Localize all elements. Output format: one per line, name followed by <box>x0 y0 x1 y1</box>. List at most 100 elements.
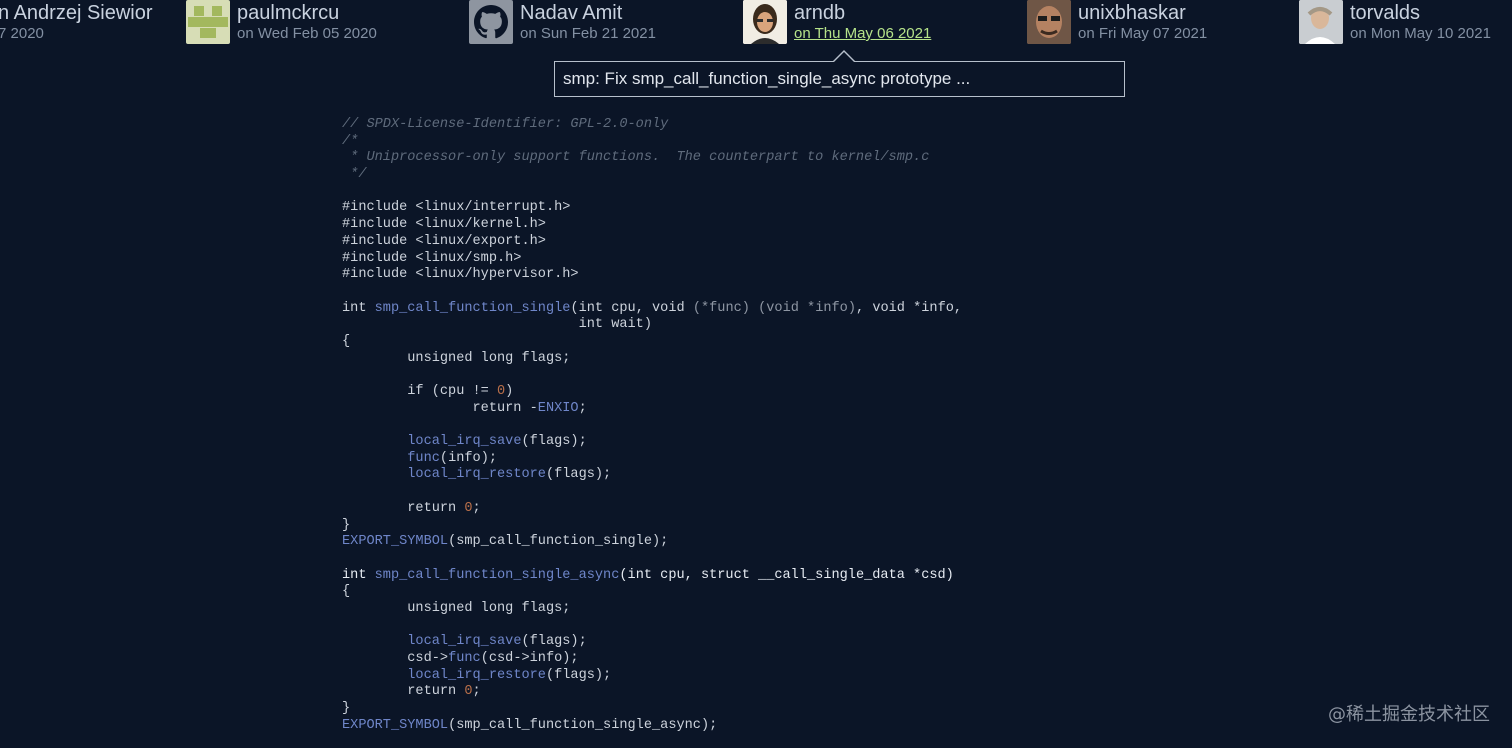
commit-date: on Wed Feb 05 2020 <box>237 25 377 42</box>
commit-date-link[interactable]: on Thu May 06 2021 <box>794 26 931 42</box>
commit-date: on Mon May 10 2021 <box>1350 25 1491 42</box>
author-entry-paulmckrcu[interactable]: paulmckrcu on Wed Feb 05 2020 <box>186 0 377 46</box>
code-line: } <box>342 518 962 535</box>
code-line: local_irq_restore(flags); <box>342 668 962 685</box>
code-token: csd-> <box>342 651 449 666</box>
author-name: Nadav Amit <box>520 2 623 24</box>
code-line: return 0; <box>342 684 962 701</box>
author-entry-andrzej[interactable]: n Andrzej Siewior 7 2020 <box>0 0 153 46</box>
code-token: int <box>342 300 375 316</box>
code-token: (smp_call_function_single_async); <box>448 717 718 733</box>
avatar <box>1299 0 1343 44</box>
code-line: EXPORT_SYMBOL(smp_call_function_single); <box>342 534 962 551</box>
code-line: if (cpu != 0) <box>342 384 962 401</box>
code-token: #include <linux/kernel.h> <box>342 217 546 233</box>
code-token: (flags); <box>545 667 612 683</box>
code-token: return <box>342 684 465 700</box>
code-token: unsigned long flags; <box>342 600 571 616</box>
code-token: EXPORT_SYMBOL <box>342 534 449 550</box>
code-token: ; <box>578 400 587 416</box>
github-icon <box>469 0 513 44</box>
commit-date: 7 2020 <box>0 25 44 42</box>
code-line: local_irq_save(flags); <box>342 634 962 651</box>
code-token: } <box>342 517 351 533</box>
code-line: EXPORT_SYMBOL(smp_call_function_single_a… <box>342 718 962 735</box>
code-token: int <box>342 567 375 583</box>
code-token: ) <box>505 384 514 399</box>
author-entry-unixbhaskar[interactable]: unixbhaskar on Fri May 07 2021 <box>1027 0 1207 46</box>
code-line: int smp_call_function_single(int cpu, vo… <box>342 301 962 318</box>
code-token: * Uniprocessor-only support functions. T… <box>342 150 930 166</box>
code-line: unsigned long flags; <box>342 351 962 368</box>
code-token: #include <linux/interrupt.h> <box>342 200 571 216</box>
code-token: #include <linux/hypervisor.h> <box>342 267 579 283</box>
code-token: int wait) <box>342 317 652 333</box>
code-line: #include <linux/interrupt.h> <box>342 200 962 217</box>
author-name: unixbhaskar <box>1078 2 1186 24</box>
code-token: local_irq_save <box>407 634 522 650</box>
code-line: unsigned long flags; <box>342 601 962 618</box>
code-line: { <box>342 584 962 601</box>
code-line: /* <box>342 134 962 151</box>
code-line: #include <linux/export.h> <box>342 234 962 251</box>
code-token: (flags); <box>521 434 587 450</box>
identicon-avatar <box>186 0 230 44</box>
code-line: return 0; <box>342 501 962 518</box>
code-token: #include <linux/smp.h> <box>342 250 522 266</box>
code-token: { <box>342 333 351 349</box>
code-line: #include <linux/hypervisor.h> <box>342 267 962 284</box>
source-code-view: // SPDX-License-Identifier: GPL-2.0-only… <box>342 117 962 734</box>
avatar <box>1027 0 1071 44</box>
code-token: local_irq_save <box>407 434 522 450</box>
code-token: 0 <box>464 500 473 516</box>
commit-message: smp: Fix smp_call_function_single_async … <box>563 69 971 88</box>
code-token: if (cpu != <box>342 384 497 399</box>
code-token: (csd->info); <box>480 651 579 666</box>
author-entry-nadav-amit[interactable]: Nadav Amit on Sun Feb 21 2021 <box>469 0 656 46</box>
author-name: n Andrzej Siewior <box>0 2 153 24</box>
commit-date: on Fri May 07 2021 <box>1078 25 1208 42</box>
code-token: 0 <box>464 684 473 700</box>
author-entry-torvalds[interactable]: torvalds on Mon May 10 2021 <box>1299 0 1491 46</box>
code-token: */ <box>342 167 367 183</box>
code-token: (flags); <box>545 467 612 483</box>
code-token: // SPDX-License-Identifier: GPL-2.0-only <box>342 117 669 132</box>
code-line: */ <box>342 167 962 184</box>
author-timeline: n Andrzej Siewior 7 2020 paulmckrcu on W… <box>0 0 1512 50</box>
code-line: func(info); <box>342 451 962 468</box>
code-token: func <box>407 450 440 466</box>
code-token: { <box>342 584 351 600</box>
commit-date: on Sun Feb 21 2021 <box>520 25 656 42</box>
code-token: local_irq_restore <box>407 667 546 683</box>
code-line: int smp_call_function_single_async(int c… <box>342 568 962 585</box>
code-line: } <box>342 701 962 718</box>
code-token: 0 <box>497 384 506 399</box>
code-token: (void *info) <box>758 300 856 316</box>
code-token: (int cpu, struct __call_single_data *csd… <box>619 567 954 583</box>
code-token: func <box>448 651 481 666</box>
author-name: arndb <box>794 2 846 24</box>
code-token: return <box>342 500 465 516</box>
code-token: (int cpu, void <box>570 300 693 316</box>
code-token: (*func) <box>692 300 750 316</box>
code-line: local_irq_save(flags); <box>342 434 962 451</box>
watermark: @稀土掘金技术社区 <box>1328 704 1490 725</box>
author-name: paulmckrcu <box>237 2 340 24</box>
code-token: return - <box>342 400 538 416</box>
code-line: local_irq_restore(flags); <box>342 467 962 484</box>
author-entry-arndb[interactable]: arndb on Thu May 06 2021 <box>743 0 931 46</box>
code-token: , void *info, <box>856 300 963 316</box>
commit-message-tooltip: smp: Fix smp_call_function_single_async … <box>554 50 1125 97</box>
